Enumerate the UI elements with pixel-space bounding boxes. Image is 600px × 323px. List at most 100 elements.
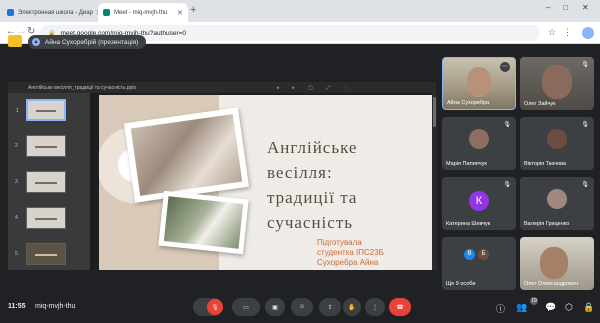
participant-tile[interactable]: 🎙 Марія Пилипчук — [442, 117, 516, 170]
hang-up-icon: ☎ — [396, 304, 404, 311]
participant-tile[interactable]: 🎙 Олег Зайчук — [520, 57, 594, 110]
tab-label: Meet - miq-mvjh-thu — [114, 9, 168, 16]
browser-tab-bar: Электронная школа - Диар ✕ Meet - miq-mv… — [0, 0, 600, 22]
wedding-photo-flowers — [158, 190, 249, 255]
thumb-line — [35, 254, 57, 256]
people-icon[interactable]: 👥 — [516, 302, 527, 313]
slide-number: 4 — [15, 215, 18, 221]
more-options-button[interactable]: ⋮ — [365, 298, 385, 316]
presenting-text: Айна Сухоребрій (презентація) — [45, 38, 139, 46]
presentation-controls-icon[interactable]: ◂ ▸ ▢ ⤢ ⋮ — [276, 85, 354, 91]
profile-avatar[interactable] — [582, 27, 594, 39]
chat-icon[interactable]: 💬 — [545, 302, 556, 313]
captions-icon: ▣ — [272, 304, 278, 311]
mic-toggle-button[interactable]: 🎙 — [207, 299, 223, 315]
info-icon[interactable]: ⓘ — [496, 302, 505, 315]
maximize-button[interactable]: □ — [563, 3, 568, 12]
slide-subtitle: Підготувала студентка ІПС23Б Сухоребра А… — [317, 238, 384, 267]
activities-icon[interactable]: ⬡ — [565, 302, 573, 313]
participant-name: Айна Сухоребра — [447, 100, 490, 106]
captions-button[interactable]: ▣ — [265, 298, 285, 316]
close-window-button[interactable]: ✕ — [582, 3, 589, 12]
participant-video — [542, 65, 572, 99]
tab-favicon-icon — [103, 9, 110, 16]
more-options-icon[interactable]: ⋯ — [500, 62, 510, 72]
mic-off-icon: 🎙 — [503, 122, 511, 128]
more-icon: ⋮ — [372, 304, 378, 311]
current-slide: Англійське весілля: традиції та сучасніс… — [99, 95, 437, 270]
presentation-scrollbar[interactable] — [432, 93, 437, 270]
star-icon[interactable]: ☆ — [548, 27, 556, 38]
camera-icon: ▭ — [243, 304, 249, 311]
emoji-icon: ☺ — [298, 304, 306, 310]
extensions-icon[interactable]: ⋮ — [563, 27, 572, 38]
slide-number: 2 — [15, 143, 18, 149]
participant-avatar — [547, 189, 567, 209]
slide-thumbnail[interactable]: 5 — [15, 243, 66, 265]
participant-avatar — [547, 129, 567, 149]
meeting-code: miq-mvjh-thu — [35, 303, 76, 310]
presenter-avatar-icon: ▲ — [32, 38, 40, 46]
mic-off-icon: 🎙 — [211, 304, 219, 311]
new-tab-button[interactable]: + — [190, 4, 196, 16]
participant-tile[interactable]: Олег Олександрович — [520, 237, 594, 290]
slide-title: Англійське весілля: традиції та сучасніс… — [267, 138, 358, 232]
present-button[interactable]: ⇪ — [319, 298, 341, 316]
participant-name: Валерія Гриценко — [524, 221, 570, 227]
participant-video — [467, 67, 491, 97]
hand-icon: ✋ — [348, 304, 356, 311]
thumb-line — [35, 146, 57, 148]
wedding-photo-couple — [123, 107, 250, 203]
participant-name: Катерина Шевчук — [446, 221, 491, 227]
present-icon: ⇪ — [327, 304, 333, 311]
participant-video — [540, 247, 568, 279]
meet-logo-icon — [8, 35, 22, 47]
participant-mini-avatar: В — [464, 249, 475, 260]
presenting-pill[interactable]: ▲ Айна Сухоребрій (презентація) — [28, 35, 147, 49]
participant-letter-avatar: К — [469, 191, 489, 211]
leave-call-button[interactable]: ☎ — [389, 298, 411, 316]
slide-number: 3 — [15, 179, 18, 185]
slide-thumbnail[interactable]: 4 — [15, 207, 66, 229]
close-tab-icon[interactable]: ✕ — [174, 9, 183, 17]
meeting-time: 11:55 — [8, 303, 26, 310]
more-participants-label: Ще 9 особи — [446, 281, 476, 287]
thumb-line — [36, 110, 56, 112]
participant-count-badge: 19 — [530, 297, 538, 305]
more-participants-tile[interactable]: В Б Ще 9 особи — [442, 237, 516, 290]
participant-tile[interactable]: 🎙 Валерія Гриценко — [520, 177, 594, 230]
slide-thumbnail[interactable]: 3 — [15, 171, 66, 193]
hand-button[interactable]: ✋ — [343, 298, 361, 316]
raise-hand-button[interactable]: ☺ — [291, 298, 313, 316]
participant-tile[interactable]: 🎙 Вікторія Ткачова — [520, 117, 594, 170]
camera-options-button[interactable]: ▭ — [232, 298, 260, 316]
participant-tile[interactable]: К 🎙 Катерина Шевчук — [442, 177, 516, 230]
mic-off-icon: 🎙 — [581, 122, 589, 128]
thumb-line — [35, 182, 57, 184]
participant-name: Олег Зайчук — [524, 101, 556, 107]
tab-label: Электронная школа - Диар — [18, 9, 93, 16]
presentation-file-name: Англійське весілля_традиції та сучасніст… — [28, 84, 137, 91]
presentation-window: Англійське весілля_традиції та сучасніст… — [8, 82, 437, 270]
participant-name: Олег Олександрович — [524, 281, 579, 287]
participant-tile[interactable]: ⋯ Айна Сухоребра — [442, 57, 516, 110]
mic-off-icon: 🎙 — [581, 182, 589, 188]
participant-name: Марія Пилипчук — [446, 161, 487, 167]
mic-off-icon: 🎙 — [581, 62, 589, 68]
minimize-button[interactable]: – — [546, 3, 550, 12]
participant-mini-avatar: Б — [478, 249, 489, 260]
slide-thumbnails: 1 2 3 4 5 — [8, 93, 90, 270]
browser-tab-school[interactable]: Электронная школа - Диар ✕ — [2, 3, 98, 22]
thumb-line — [35, 218, 57, 220]
slide-thumbnail[interactable]: 1 — [16, 99, 66, 121]
tab-favicon-icon — [7, 9, 14, 16]
participant-avatar — [469, 129, 489, 149]
slide-number: 1 — [16, 108, 19, 114]
slide-number: 5 — [15, 251, 18, 257]
presentation-toolbar: Англійське весілля_традиції та сучасніст… — [8, 82, 436, 93]
mic-off-icon: 🎙 — [503, 182, 511, 188]
lock-meeting-icon[interactable]: 🔒 — [583, 302, 594, 313]
slide-thumbnail[interactable]: 2 — [15, 135, 66, 157]
participant-name: Вікторія Ткачова — [524, 161, 567, 167]
browser-tab-meet[interactable]: Meet - miq-mvjh-thu ✕ — [98, 3, 188, 22]
